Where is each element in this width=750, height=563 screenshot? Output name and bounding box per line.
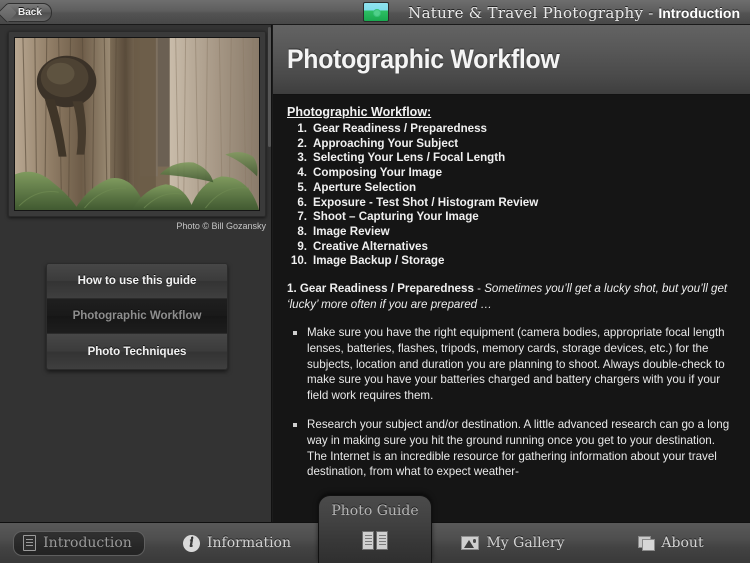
stacked-cards-icon (638, 536, 656, 551)
list-item-label: Shoot – Capturing Your Image (313, 210, 479, 224)
list-item: 3. Selecting Your Lens / Focal Length (287, 151, 736, 166)
list-item-number: 5. (297, 180, 307, 194)
document-icon (23, 534, 37, 551)
list-item-label: Image Backup / Storage (313, 254, 445, 268)
list-item: 9. Creative Alternatives (287, 240, 736, 255)
nav-item-label: Photographic Workflow (72, 310, 202, 322)
landscape-logo-icon (363, 2, 389, 22)
content-scrollbar[interactable] (268, 27, 271, 147)
workflow-list: 1. Gear Readiness / Preparedness 2. Approa… (287, 122, 736, 269)
list-item-number: 9. (297, 239, 307, 253)
list-item-number: 4. (297, 166, 307, 180)
list-item-number: 6. (297, 195, 307, 209)
list-item: 10. Image Backup / Storage (287, 254, 736, 269)
content-title: Photographic Workflow (287, 44, 560, 74)
list-item-label: Exposure - Test Shot / Histogram Review (313, 195, 539, 209)
section-intro-paragraph: 1. Gear Readiness / Preparedness - Somet… (287, 281, 736, 312)
section-dash: - (473, 282, 485, 296)
nav-item-label: Photo Techniques (87, 345, 187, 358)
book-left-page (362, 531, 374, 550)
list-item-number: 7. (297, 210, 307, 224)
gallery-image-icon (461, 536, 480, 550)
tab-photo-guide[interactable]: Photo Guide (318, 495, 432, 563)
forest-photo-illustration (15, 38, 259, 210)
nav-item-label: How to use this guide (77, 275, 197, 287)
list-item-number: 3. (297, 151, 307, 165)
title-separator: - (648, 3, 654, 22)
list-item: 8. Image Review (287, 225, 736, 240)
nav-item-photo-techniques[interactable]: Photo Techniques (47, 334, 227, 369)
list-item: 2. Approaching Your Subject (287, 137, 736, 152)
title-area: Nature & Travel Photography - Introducti… (408, 0, 740, 25)
section-nav-list: How to use this guide Photographic Workf… (46, 263, 228, 370)
tab-introduction[interactable]: Introduction (0, 523, 158, 563)
list-item: 1. Gear Readiness / Preparedness (287, 122, 736, 137)
bullet-list: Make sure you have the right equipment (… (287, 325, 736, 480)
open-book-icon (362, 531, 388, 550)
section-lead-label: 1. Gear Readiness / Preparedness (287, 282, 474, 296)
list-item-label: Gear Readiness / Preparedness (313, 122, 487, 135)
tab-label: My Gallery (486, 535, 565, 551)
list-item: 4. Composing Your Image (287, 166, 736, 181)
content-header: Photographic Workflow (273, 25, 750, 95)
nav-item-how-to-use-this-guide[interactable]: How to use this guide (47, 264, 227, 299)
logo-sun-shape (373, 9, 381, 17)
list-item-label: Image Review (313, 224, 390, 238)
workflow-heading: Photographic Workflow: (287, 105, 432, 119)
back-button-label: Back (18, 7, 42, 18)
featured-photo (14, 37, 260, 211)
list-item-number: 1. (297, 122, 307, 135)
tab-label: Introduction (43, 534, 132, 551)
content-panel: Photographic Workflow Photographic Workf… (273, 25, 750, 522)
left-sidebar: Photo © Bill Gozansky How to use this gu… (0, 25, 272, 522)
list-item: Make sure you have the right equipment (… (287, 325, 736, 404)
app-title: Nature & Travel Photography (408, 3, 644, 22)
app-window: Back Nature & Travel Photography - Intro… (0, 0, 750, 563)
list-item: 5. Aperture Selection (287, 181, 736, 196)
list-item-number: 10. (290, 254, 307, 268)
top-navigation-bar: Back Nature & Travel Photography - Intro… (0, 0, 750, 25)
list-item-label: Creative Alternatives (313, 239, 428, 253)
list-item-label: Approaching Your Subject (313, 136, 459, 150)
list-item-label: Aperture Selection (313, 180, 417, 194)
tab-label: Photo Guide (331, 503, 419, 519)
list-item: 6. Exposure - Test Shot / Histogram Revie… (287, 196, 736, 211)
tab-my-gallery[interactable]: My Gallery (434, 523, 592, 563)
nav-item-photographic-workflow[interactable]: Photographic Workflow (47, 299, 227, 334)
info-circle-icon: i (182, 534, 200, 552)
tab-label: About (661, 535, 704, 551)
book-right-page (376, 531, 388, 550)
back-button[interactable]: Back (6, 3, 52, 22)
list-item-number: 2. (297, 136, 307, 150)
tab-label: Information (206, 535, 292, 551)
list-item-label: Composing Your Image (313, 166, 443, 180)
list-item: 7. Shoot – Capturing Your Image (287, 210, 736, 225)
photo-credit-caption: Photo © Bill Gozansky (176, 221, 266, 231)
tab-about[interactable]: About (592, 523, 750, 563)
list-item-label: Selecting Your Lens / Focal Length (313, 151, 506, 165)
tab-information[interactable]: i Information (158, 523, 316, 563)
photo-frame (8, 31, 266, 217)
list-item-number: 8. (297, 224, 307, 238)
content-body: Photographic Workflow: 1. Gear Readiness … (273, 95, 750, 522)
list-item: Research your subject and/or destination… (287, 417, 736, 480)
page-title: Introduction (658, 4, 740, 21)
